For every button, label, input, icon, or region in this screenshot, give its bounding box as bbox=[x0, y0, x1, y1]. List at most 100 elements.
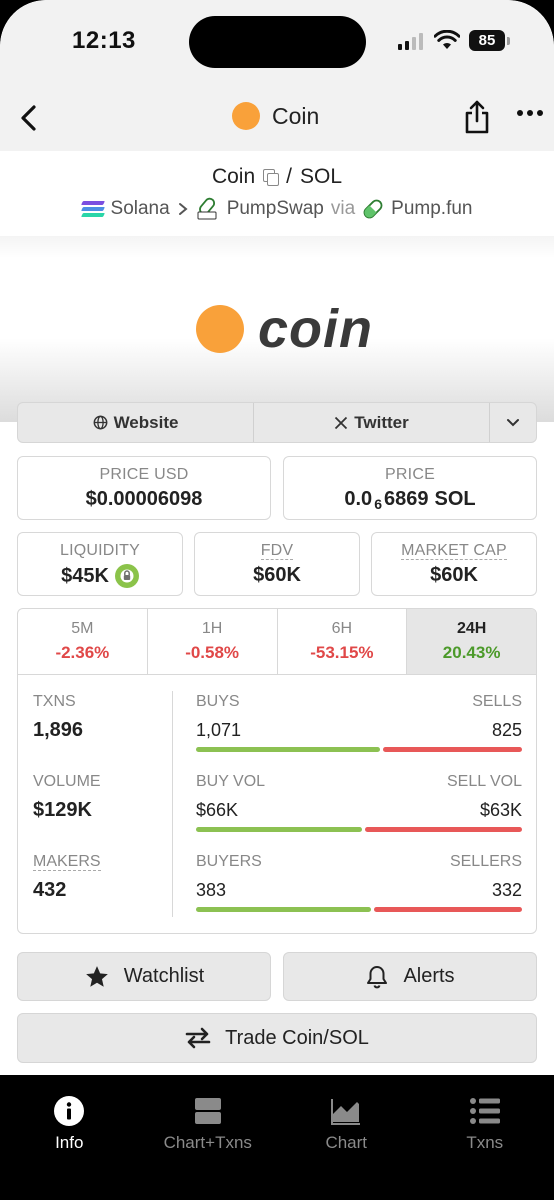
tab-1h-change: -0.58% bbox=[185, 643, 240, 662]
tab-chart-label: Chart bbox=[325, 1133, 368, 1152]
sellers-bar bbox=[373, 907, 522, 912]
status-time: 12:13 bbox=[72, 27, 136, 54]
tab-chart[interactable]: Chart bbox=[277, 1075, 416, 1200]
buys-sells-bar bbox=[196, 747, 522, 752]
list-icon bbox=[469, 1098, 500, 1124]
tab-1h[interactable]: 1H -0.58% bbox=[148, 609, 278, 674]
sells-bar bbox=[383, 747, 522, 752]
twitter-button[interactable]: Twitter bbox=[254, 403, 490, 442]
volume-bar bbox=[196, 827, 522, 832]
back-button[interactable] bbox=[16, 102, 44, 134]
globe-icon bbox=[93, 415, 107, 430]
tab-chart-txns[interactable]: Chart+Txns bbox=[139, 1075, 278, 1200]
alerts-label: Alerts bbox=[403, 965, 455, 987]
traders-split: BUYERS SELLERS 383 332 bbox=[196, 853, 522, 933]
fdv-label[interactable]: FDV bbox=[195, 542, 359, 560]
makers-label[interactable]: MAKERS bbox=[33, 853, 163, 871]
banner-logo: coin bbox=[196, 302, 373, 356]
trade-button[interactable]: Trade Coin/SOL bbox=[17, 1013, 537, 1063]
txns-value: 1,896 bbox=[33, 719, 84, 741]
trade-label: Trade Coin/SOL bbox=[225, 1026, 369, 1049]
copy-icon[interactable] bbox=[263, 169, 280, 186]
makers-value: 432 bbox=[33, 879, 67, 901]
launchpad-name[interactable]: Pump.fun bbox=[391, 198, 472, 220]
pair-quote: SOL bbox=[300, 165, 343, 188]
more-options-button[interactable] bbox=[517, 110, 543, 120]
dex-name[interactable]: PumpSwap bbox=[227, 198, 324, 220]
pair-base: Coin bbox=[211, 165, 256, 188]
makers-label-text: MAKERS bbox=[33, 853, 101, 871]
price-usd-value: $0.00006098 bbox=[85, 488, 203, 510]
fdv-box: FDV $60K bbox=[194, 532, 360, 596]
sell-vol-bar bbox=[365, 827, 522, 832]
tab-5m[interactable]: 5M -2.36% bbox=[18, 609, 148, 674]
swap-arrows-icon bbox=[185, 1027, 211, 1049]
nav-bar: Coin bbox=[0, 84, 554, 151]
tab-5m-label: 5M bbox=[71, 620, 94, 637]
lock-icon[interactable] bbox=[114, 564, 139, 588]
traders-bar bbox=[196, 907, 522, 912]
buys-bar bbox=[196, 747, 381, 752]
tab-6h[interactable]: 6H -53.15% bbox=[278, 609, 408, 674]
tab-txns[interactable]: Txns bbox=[416, 1075, 554, 1200]
makers-metric: MAKERS 432 bbox=[33, 853, 163, 933]
more-links-button[interactable] bbox=[490, 403, 536, 442]
txns-label: TXNS bbox=[33, 693, 76, 710]
pair-title: Coin / SOL bbox=[0, 165, 554, 189]
market-cap-box: MARKET CAP $60K bbox=[371, 532, 537, 596]
tab-24h-change: 20.43% bbox=[442, 643, 501, 662]
buys-label: BUYS bbox=[196, 693, 240, 710]
tab-1h-label: 1H bbox=[201, 620, 223, 637]
split-column: BUYS SELLS 1,071 825 BUY VOL SELL VOL $6… bbox=[196, 693, 522, 933]
price-digits: 6869 bbox=[383, 488, 429, 510]
token-banner: coin bbox=[0, 236, 554, 422]
buyers-bar bbox=[196, 907, 371, 912]
tab-chart-txns-label: Chart+Txns bbox=[163, 1133, 252, 1152]
sellers-label: SELLERS bbox=[449, 853, 522, 870]
volume-metric: VOLUME $129K bbox=[33, 773, 163, 853]
sells-label: SELLS bbox=[472, 693, 522, 710]
website-label: Website bbox=[113, 412, 179, 432]
alerts-button[interactable]: Alerts bbox=[283, 952, 537, 1001]
banner-coin-icon bbox=[196, 305, 244, 353]
chevron-right-icon bbox=[178, 203, 188, 215]
buyers-label: BUYERS bbox=[196, 853, 262, 870]
website-button[interactable]: Website bbox=[18, 403, 254, 442]
liquidity-label: LIQUIDITY bbox=[59, 542, 141, 559]
fdv-value: $60K bbox=[253, 564, 301, 586]
dot-icon bbox=[527, 110, 533, 116]
fdv-label-text: FDV bbox=[260, 542, 294, 560]
liquidity-value: $45K bbox=[18, 564, 182, 588]
timeframe-details: TXNS 1,896 VOLUME $129K MAKERS 432 BUYS bbox=[18, 675, 536, 933]
battery-tip bbox=[507, 37, 510, 45]
liquidity-amount: $45K bbox=[61, 564, 109, 587]
area-chart-icon bbox=[331, 1099, 361, 1125]
banner-wordmark: coin bbox=[258, 299, 374, 359]
pair-header: Coin / SOL Solana PumpSwap via Pump.fun bbox=[0, 151, 554, 236]
wifi-icon bbox=[434, 30, 460, 49]
share-button[interactable] bbox=[463, 99, 491, 135]
price-zero-count: 6 bbox=[374, 496, 382, 512]
star-icon bbox=[85, 965, 108, 987]
sellers-value: 332 bbox=[491, 880, 522, 900]
watchlist-button[interactable]: Watchlist bbox=[17, 952, 271, 1001]
market-cap-label[interactable]: MARKET CAP bbox=[372, 542, 536, 560]
signal-icon bbox=[398, 32, 423, 50]
dot-icon bbox=[537, 110, 543, 116]
timeframe-stats: 5M -2.36% 1H -0.58% 6H -53.15% 24H 20.43… bbox=[17, 608, 537, 934]
volume-split: BUY VOL SELL VOL $66K $63K bbox=[196, 773, 522, 853]
sell-vol-label: SELL VOL bbox=[446, 773, 522, 790]
tab-txns-label: Txns bbox=[466, 1133, 504, 1152]
market-cap-label-text: MARKET CAP bbox=[401, 542, 507, 560]
tab-5m-change: -2.36% bbox=[55, 643, 110, 662]
tab-24h-label: 24H bbox=[456, 620, 487, 637]
buy-vol-bar bbox=[196, 827, 363, 832]
tab-24h[interactable]: 24H 20.43% bbox=[407, 609, 536, 674]
nav-title-text: Coin bbox=[272, 102, 320, 129]
price-sol-value: 0.0 6 6869 SOL bbox=[284, 488, 536, 512]
chain-name[interactable]: Solana bbox=[111, 198, 170, 220]
chevron-down-icon bbox=[507, 418, 519, 426]
tab-info[interactable]: Info bbox=[0, 1075, 139, 1200]
buy-vol-label: BUY VOL bbox=[196, 773, 266, 790]
timeframe-tabs: 5M -2.36% 1H -0.58% 6H -53.15% 24H 20.43… bbox=[18, 609, 536, 675]
